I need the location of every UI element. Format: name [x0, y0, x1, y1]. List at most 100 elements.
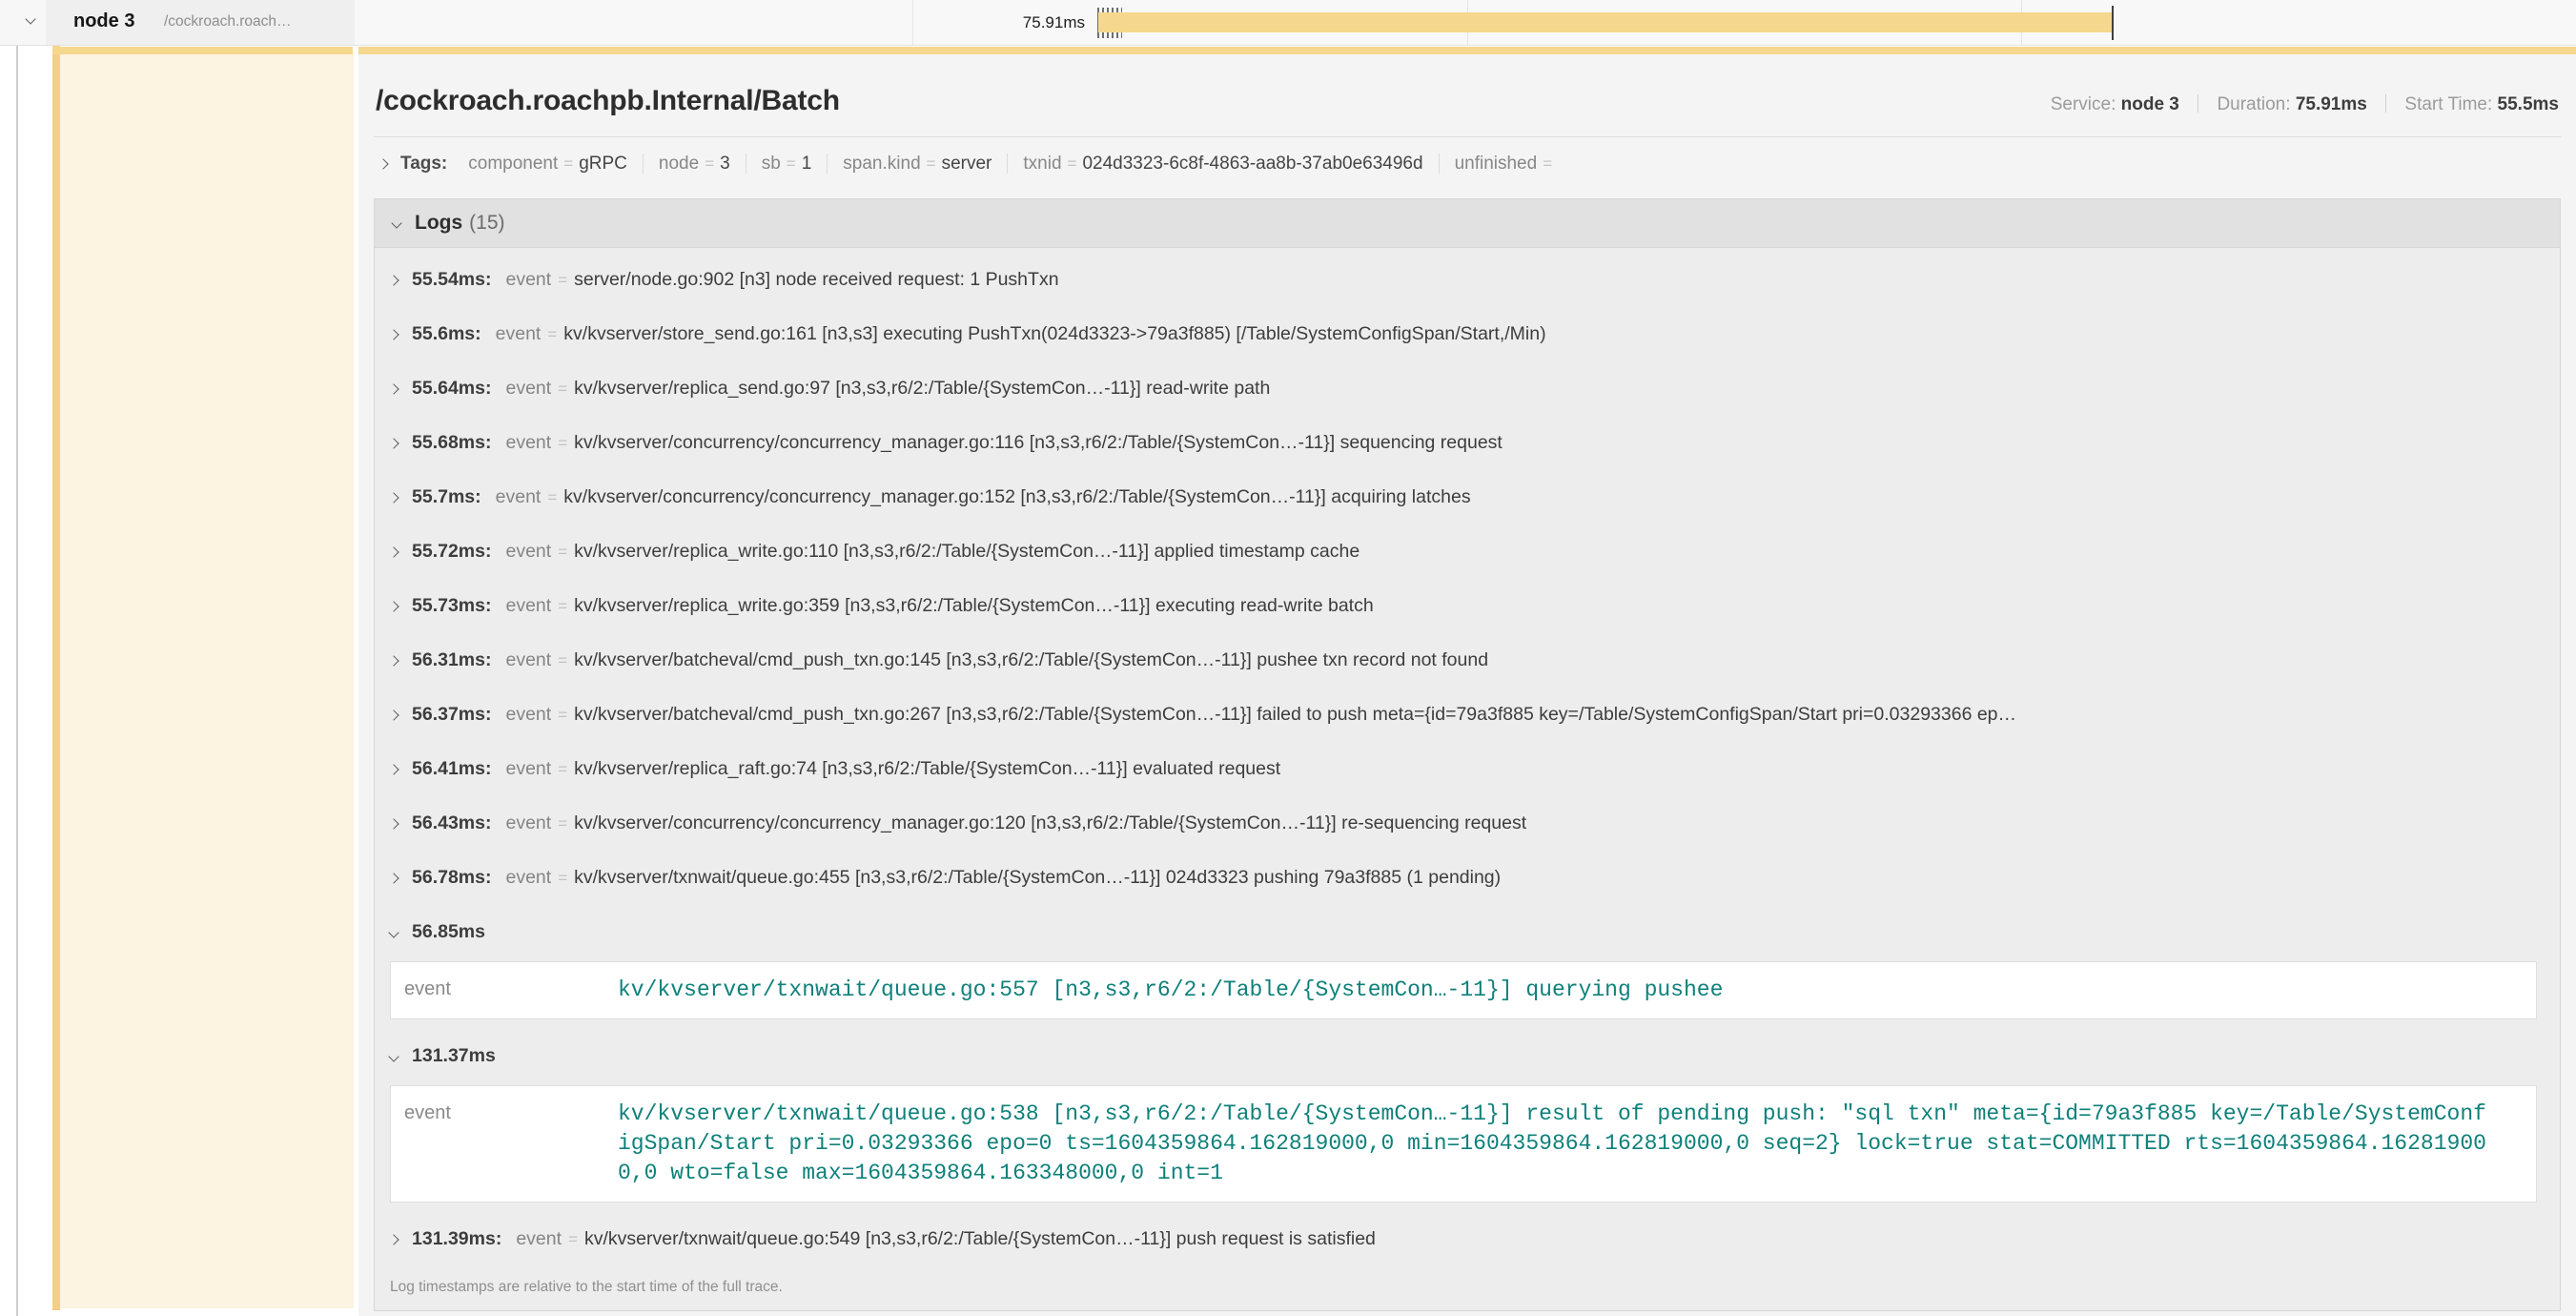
log-row[interactable]: 131.39ms: event = kv/kvserver/txnwait/queue…: [375, 1212, 2560, 1266]
event-value: kv/kvserver/txnwait/queue.go:538 [n3,s3,…: [618, 1100, 2486, 1188]
log-row[interactable]: 56.31ms:event=kv/kvserver/batcheval/cmd_…: [375, 633, 2560, 688]
equals-symbol: =: [787, 154, 796, 173]
log-row-expanded[interactable]: 56.85ms: [375, 905, 2560, 959]
tag-item[interactable]: unfinished =: [1439, 154, 1574, 174]
tag-key: txnid: [1023, 154, 1061, 174]
chevron-down-icon[interactable]: [25, 13, 35, 24]
log-event-value: kv/kvserver/replica_write.go:110 [n3,s3,…: [574, 541, 1360, 563]
tag-item[interactable]: txnid=024d3323-6c8f-4863-aa8b-37ab0e6349…: [1007, 154, 1438, 174]
log-timestamp: 131.39ms:: [412, 1228, 501, 1250]
equals-symbol: =: [547, 488, 557, 507]
chevron-right-icon: [388, 383, 399, 394]
logs-list: 55.54ms:event=server/node.go:902 [n3] no…: [375, 248, 2560, 1266]
equals-symbol: =: [558, 597, 567, 616]
log-row[interactable]: 55.7ms:event=kv/kvserver/concurrency/con…: [375, 470, 2560, 524]
log-row[interactable]: 56.78ms:event=kv/kvserver/txnwait/queue.…: [375, 851, 2560, 905]
span-color-bar: [52, 0, 60, 1310]
event-key-label: event: [404, 976, 618, 1005]
chevron-right-icon: [388, 1234, 399, 1244]
equals-symbol: =: [568, 1230, 578, 1249]
tag-key: unfinished: [1455, 154, 1538, 174]
tag-value: 3: [720, 154, 730, 174]
tag-key: component: [468, 154, 558, 174]
meta-divider: [2385, 94, 2386, 113]
log-timestamp: 55.7ms:: [412, 486, 481, 508]
tag-item[interactable]: span.kind=server: [827, 154, 1007, 174]
service-value: node 3: [2121, 94, 2179, 114]
log-timestamp: 56.78ms:: [412, 867, 491, 889]
tag-value: gRPC: [579, 154, 627, 174]
log-timestamp: 55.68ms:: [412, 432, 491, 454]
chevron-right-icon: [388, 438, 399, 448]
log-event-key: event: [505, 704, 551, 726]
logs-header[interactable]: Logs (15): [375, 199, 2560, 248]
tag-item[interactable]: node = 3: [643, 154, 746, 174]
span-detail-panel: /cockroach.roachpb.Internal/Batch Servic…: [358, 54, 2576, 1316]
tag-key: sb: [762, 154, 781, 174]
service-label: Service:: [2051, 94, 2116, 114]
log-timestamp: 56.31ms:: [412, 649, 491, 671]
log-row[interactable]: 55.64ms:event=kv/kvserver/replica_send.g…: [375, 361, 2560, 416]
tag-value: 1: [802, 154, 812, 174]
event-value: kv/kvserver/txnwait/queue.go:557 [n3,s3,…: [618, 976, 2486, 1005]
log-row[interactable]: 55.72ms:event=kv/kvserver/replica_write.…: [375, 524, 2560, 579]
log-event-key: event: [505, 812, 551, 834]
span-row: node 3 /cockroach.roach… 75.91ms: [0, 0, 2576, 46]
tag-key: span.kind: [843, 154, 920, 174]
start-time-value: 55.5ms: [2498, 94, 2559, 114]
log-event-key: event: [505, 867, 551, 889]
log-timestamp: 56.43ms:: [412, 812, 491, 834]
chevron-right-icon: [388, 873, 399, 883]
equals-symbol: =: [558, 760, 567, 779]
log-timestamp: 56.85ms: [412, 921, 485, 943]
log-event-key: event: [505, 269, 551, 291]
chevron-down-icon: [391, 217, 401, 228]
log-event-key: event: [505, 649, 551, 671]
log-event-value: kv/kvserver/txnwait/queue.go:549 [n3,s3,…: [584, 1228, 1376, 1250]
log-row[interactable]: 55.54ms:event=server/node.go:902 [n3] no…: [375, 253, 2560, 307]
log-event-key: event: [505, 378, 551, 400]
equals-symbol: =: [563, 154, 573, 173]
equals-symbol: =: [1543, 154, 1552, 173]
log-event-value: kv/kvserver/replica_send.go:97 [n3,s3,r6…: [574, 378, 1270, 400]
log-event-value: kv/kvserver/concurrency/concurrency_mana…: [574, 432, 1503, 454]
span-duration-bar[interactable]: [1098, 12, 2112, 32]
tag-key: node: [659, 154, 699, 174]
detail-accent-strip-right: [358, 47, 2576, 54]
log-row[interactable]: 56.41ms:event=kv/kvserver/replica_raft.g…: [375, 742, 2560, 796]
start-time-label: Start Time:: [2404, 94, 2492, 114]
log-timestamp: 56.37ms:: [412, 704, 491, 726]
log-timestamp: 55.64ms:: [412, 378, 491, 400]
span-operation-name: /cockroach.roach…: [164, 13, 292, 31]
equals-symbol: =: [558, 271, 567, 290]
chevron-down-icon: [388, 927, 399, 937]
timeline-ruler[interactable]: 75.91ms: [355, 0, 2576, 45]
logs-count: (15): [469, 212, 504, 235]
logs-section: Logs (15) 55.54ms:event=server/node.go:9…: [374, 198, 2561, 1311]
equals-symbol: =: [705, 154, 714, 173]
logs-footer-note: Log timestamps are relative to the start…: [375, 1266, 2560, 1310]
log-row-expanded[interactable]: 131.37ms: [375, 1029, 2560, 1083]
duration-value: 75.91ms: [2296, 94, 2367, 114]
tag-item[interactable]: sb = 1: [746, 154, 828, 174]
span-name-cell[interactable]: node 3 /cockroach.roach…: [46, 0, 355, 45]
log-row[interactable]: 55.68ms:event=kv/kvserver/concurrency/co…: [375, 416, 2560, 470]
log-row[interactable]: 56.37ms:event=kv/kvserver/batcheval/cmd_…: [375, 688, 2560, 742]
log-row[interactable]: 55.6ms:event=kv/kvserver/store_send.go:1…: [375, 307, 2560, 361]
span-name-column-highlight: [60, 53, 354, 1308]
log-timestamp: 131.37ms: [412, 1045, 496, 1067]
log-row[interactable]: 55.73ms:event=kv/kvserver/replica_write.…: [375, 579, 2560, 633]
chevron-right-icon: [378, 158, 388, 169]
equals-symbol: =: [547, 325, 557, 344]
log-event-key: event: [516, 1228, 562, 1250]
log-event-value: kv/kvserver/replica_raft.go:74 [n3,s3,r6…: [574, 758, 1280, 780]
equals-symbol: =: [558, 543, 567, 562]
tags-row[interactable]: Tags: component=gRPCnode=3sb=1span.kind=…: [374, 137, 2561, 187]
chevron-down-icon: [388, 1051, 399, 1061]
tag-list: component = gRPC node = 3 sb = 1 span.kind=server…: [453, 154, 1573, 175]
log-event-key: event: [505, 541, 551, 563]
tag-item[interactable]: component = gRPC: [453, 154, 643, 174]
log-row[interactable]: 56.43ms:event=kv/kvserver/concurrency/co…: [375, 796, 2560, 851]
log-event-key: event: [496, 323, 542, 345]
equals-symbol: =: [558, 651, 567, 670]
